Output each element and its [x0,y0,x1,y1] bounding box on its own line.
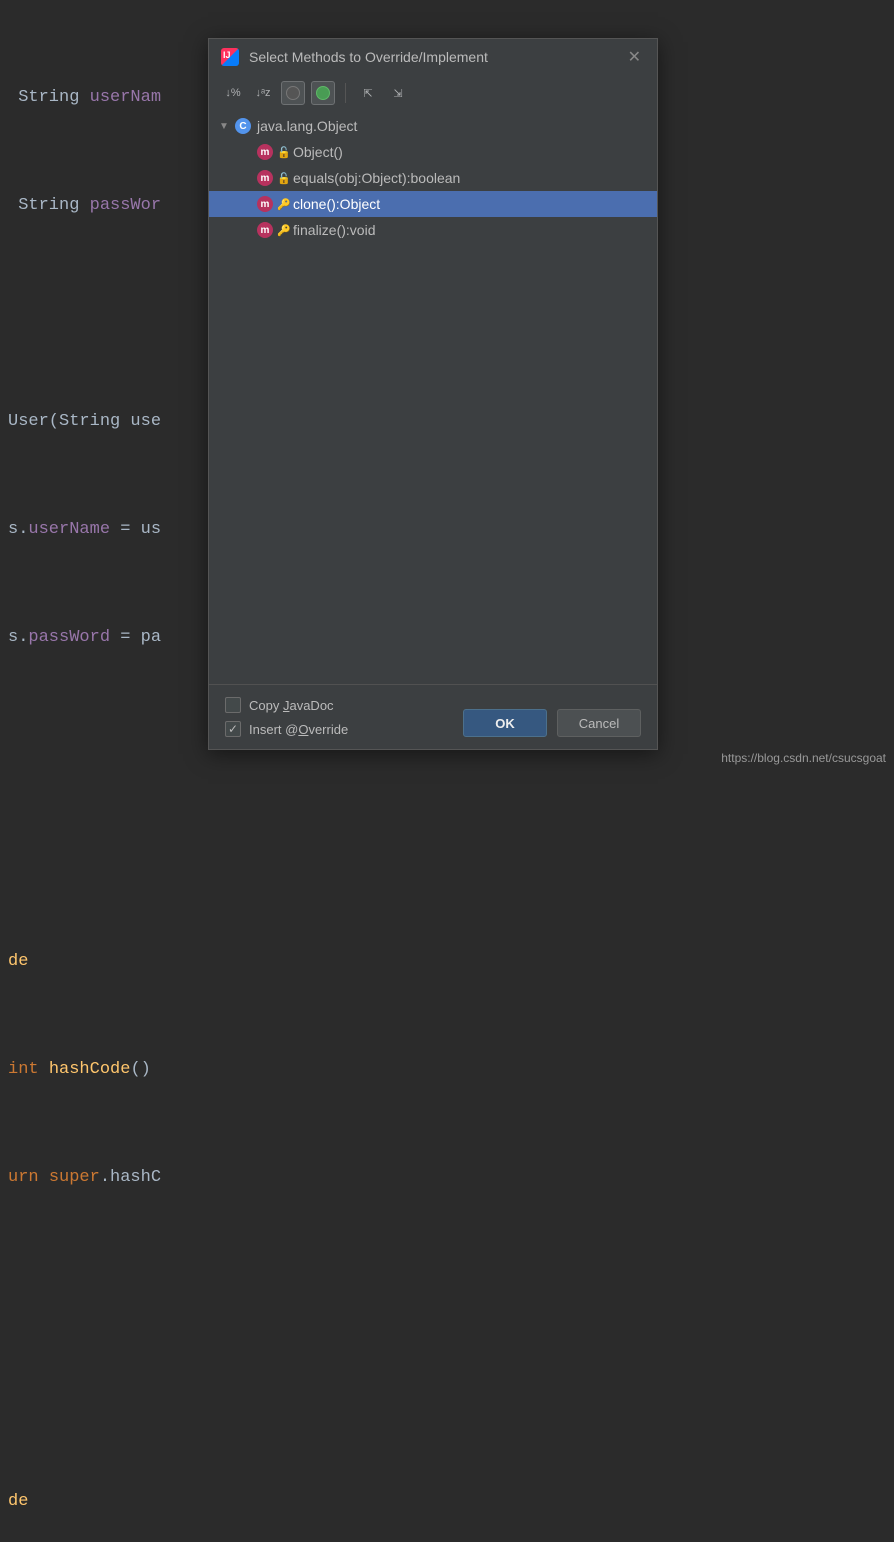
tree-root-object[interactable]: ▼ C java.lang.Object [209,113,657,139]
method-icon: m [257,144,273,160]
visibility-icon: 🔓 [277,172,287,185]
dialog-footer: Copy JavaDoc ✓ Insert @Override OK Cance… [209,684,657,749]
method-row[interactable]: m 🔑 clone():Object [209,191,657,217]
code-text: String [8,196,90,215]
visibility-icon: 🔓 [277,146,287,159]
ok-button[interactable]: OK [463,709,547,737]
code-text: .hashC [100,1168,161,1187]
expand-all-icon[interactable]: ⇱ [356,81,380,105]
dialog-title-text: Select Methods to Override/Implement [249,49,488,65]
method-row[interactable]: m 🔑 finalize():void [209,217,657,243]
code-text: = us [110,520,161,539]
code-text: passWord [28,628,110,647]
code-text: userName [28,520,110,539]
class-label: java.lang.Object [257,118,357,134]
code-text: s. [8,628,28,647]
filter-green-icon[interactable] [311,81,335,105]
code-text: userNam [90,88,161,107]
collapse-all-icon[interactable]: ⇲ [386,81,410,105]
visibility-icon: 🔑 [277,224,287,237]
method-icon: m [257,196,273,212]
code-text: de [8,1492,28,1511]
checkbox-label: Insert @Override [249,722,348,737]
code-text: urn [8,1168,49,1187]
checkbox-icon [225,697,241,713]
code-text: () [130,1060,150,1079]
code-text: int [8,1060,49,1079]
code-text: passWor [90,196,161,215]
code-text: s. [8,520,28,539]
method-row[interactable]: m 🔓 Object() [209,139,657,165]
intellij-icon [221,48,239,66]
method-label: equals(obj:Object):boolean [293,170,460,186]
copy-javadoc-checkbox[interactable]: Copy JavaDoc [225,697,348,713]
method-label: Object() [293,144,343,160]
class-icon: C [235,118,251,134]
code-text: String [8,88,90,107]
visibility-icon: 🔑 [277,198,287,211]
code-text: super [49,1168,100,1187]
chevron-down-icon[interactable]: ▼ [219,121,231,132]
sort-visibility-icon[interactable]: ↓% [221,81,245,105]
code-text: hashCode [49,1060,131,1079]
code-text: = pa [110,628,161,647]
checkbox-label: Copy JavaDoc [249,698,334,713]
watermark: https://blog.csdn.net/csucsgoat [721,751,886,765]
close-icon[interactable]: ✕ [624,47,645,67]
dialog-toolbar: ↓% ↓ᵃz ⇱ ⇲ [209,75,657,111]
separator [345,83,346,103]
cancel-button[interactable]: Cancel [557,709,641,737]
method-icon: m [257,170,273,186]
code-text: de [8,952,28,971]
sort-alpha-icon[interactable]: ↓ᵃz [251,81,275,105]
checkbox-icon: ✓ [225,721,241,737]
dialog-titlebar[interactable]: Select Methods to Override/Implement ✕ [209,39,657,75]
insert-override-checkbox[interactable]: ✓ Insert @Override [225,721,348,737]
method-label: clone():Object [293,196,380,212]
method-label: finalize():void [293,222,375,238]
filter-circle-icon[interactable] [281,81,305,105]
code-text: User(String use [8,412,161,431]
method-row[interactable]: m 🔓 equals(obj:Object):boolean [209,165,657,191]
method-icon: m [257,222,273,238]
method-tree[interactable]: ▼ C java.lang.Object m 🔓 Object() m 🔓 equals(… [209,111,657,684]
override-dialog: Select Methods to Override/Implement ✕ ↓… [208,38,658,750]
